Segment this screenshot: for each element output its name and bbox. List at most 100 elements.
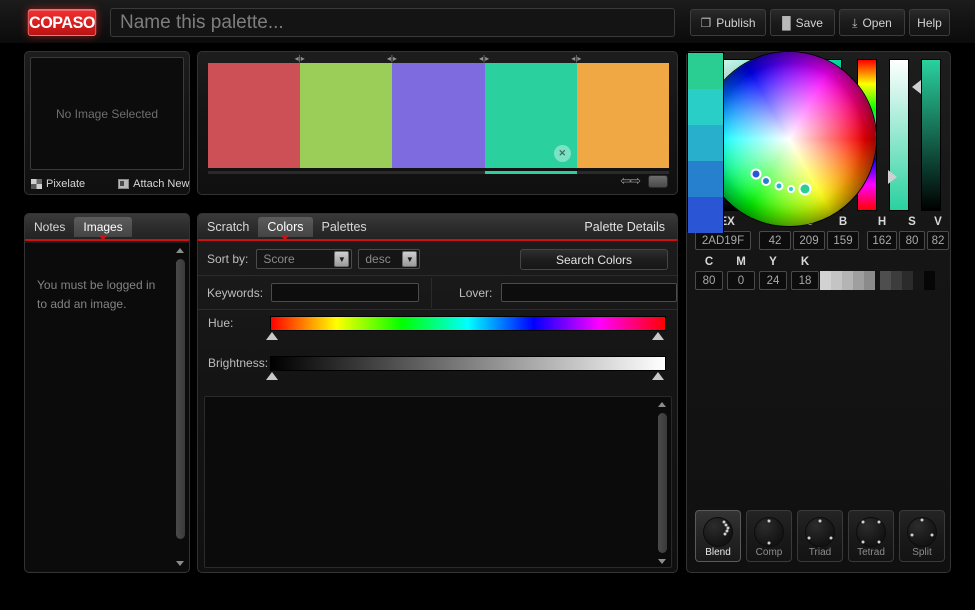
brightness-min-thumb[interactable] [266, 372, 278, 380]
saturation-strip-thumb[interactable] [888, 170, 897, 184]
fullscreen-swatch-button[interactable] [648, 175, 668, 188]
hue-range-track[interactable] [270, 316, 666, 331]
blend-result-4[interactable] [688, 161, 723, 197]
harmony-button-split[interactable]: Split [899, 510, 945, 562]
h-field[interactable]: 162 [867, 231, 897, 250]
blend-result-2[interactable] [688, 89, 723, 125]
swatch-divider-handle-4[interactable]: ◂|▸ [570, 55, 583, 63]
wheel-marker-3[interactable] [774, 181, 783, 190]
attach-new-button[interactable]: Attach New [118, 178, 189, 190]
brightness-max-thumb[interactable] [652, 372, 664, 380]
wheel-marker-5[interactable] [798, 183, 811, 196]
publish-button[interactable]: ❐ Publish [690, 9, 766, 36]
palette-swatch-4[interactable]: ✕ [485, 63, 577, 168]
shade-swatch-3[interactable] [902, 271, 913, 290]
tab-notes[interactable]: Notes [25, 217, 74, 237]
keywords-input[interactable] [271, 283, 419, 302]
reorder-arrows-icon[interactable]: ⇦⇨ [620, 173, 640, 189]
value-strip[interactable] [921, 59, 941, 211]
v-field[interactable]: 82 [927, 231, 949, 250]
scroll-up-icon[interactable] [176, 248, 184, 253]
shade-swatch-5[interactable] [924, 271, 935, 290]
s-field[interactable]: 80 [899, 231, 925, 250]
shade-swatch-1[interactable] [880, 271, 891, 290]
blend-result-1[interactable] [688, 53, 723, 89]
chevron-down-icon[interactable]: ▼ [402, 251, 417, 267]
blend-results-strip[interactable] [687, 52, 724, 232]
tint-swatch-2[interactable] [831, 271, 842, 290]
harmony-dial-icon [805, 517, 835, 547]
shade-swatch-2[interactable] [891, 271, 902, 290]
harmony-button-tetrad[interactable]: Tetrad [848, 510, 894, 562]
swatch-divider-handle-3[interactable]: ◂|▸ [478, 55, 491, 63]
swatch-divider-handle-1[interactable]: ◂|▸ [293, 55, 306, 63]
scroll-down-icon[interactable] [176, 561, 184, 566]
shade-swatch-4[interactable] [913, 271, 924, 290]
color-wheel[interactable] [702, 52, 876, 226]
palette-name-input[interactable] [110, 8, 675, 37]
wheel-marker-1[interactable] [750, 168, 761, 179]
c-field[interactable]: 80 [695, 271, 723, 290]
tints-strip[interactable] [820, 271, 875, 290]
scroll-up-icon[interactable] [658, 402, 666, 407]
pixelate-button[interactable]: Pixelate [31, 178, 85, 190]
lover-input[interactable] [501, 283, 677, 302]
hex-field[interactable]: 2AD19F [695, 231, 751, 250]
image-preview-area[interactable]: No Image Selected [30, 57, 184, 170]
notes-body: You must be logged in to add an image. [25, 243, 189, 571]
scroll-thumb[interactable] [658, 413, 667, 553]
wheel-marker-4[interactable] [787, 185, 795, 193]
hue-filter-row: Hue: [198, 314, 677, 350]
tab-colors[interactable]: Colors [258, 217, 312, 237]
sort-direction-select[interactable]: desc ▼ [358, 249, 420, 269]
tint-swatch-4[interactable] [853, 271, 864, 290]
hue-min-thumb[interactable] [266, 332, 278, 340]
y-field[interactable]: 24 [759, 271, 787, 290]
palette-details-link[interactable]: Palette Details [584, 220, 669, 234]
help-button[interactable]: Help [909, 9, 950, 36]
sort-field-select[interactable]: Score ▼ [256, 249, 352, 269]
scroll-thumb[interactable] [176, 259, 185, 539]
tab-images[interactable]: Images [74, 217, 131, 237]
b-field[interactable]: 159 [827, 231, 859, 250]
blend-result-5[interactable] [688, 197, 723, 233]
tab-palettes[interactable]: Palettes [313, 217, 376, 237]
harmony-button-blend[interactable]: Blend [695, 510, 741, 562]
harmony-button-comp[interactable]: Comp [746, 510, 792, 562]
sort-field-value: Score [257, 252, 294, 266]
save-button[interactable]: █ Save [770, 9, 835, 36]
m-field[interactable]: 0 [727, 271, 755, 290]
search-colors-button[interactable]: Search Colors [520, 249, 668, 270]
palette-swatch-3[interactable] [392, 63, 484, 168]
shades-strip[interactable] [880, 271, 935, 290]
palette-swatch-2[interactable] [300, 63, 392, 168]
harmony-mode-buttons: BlendCompTriadTetradSplit [695, 510, 945, 562]
tint-swatch-1[interactable] [820, 271, 831, 290]
hue-max-thumb[interactable] [652, 332, 664, 340]
tint-swatch-3[interactable] [842, 271, 853, 290]
swatch-divider-handle-2[interactable]: ◂|▸ [385, 55, 398, 63]
copaso-logo[interactable]: COPASO [28, 9, 96, 36]
wheel-marker-2[interactable] [761, 176, 771, 186]
keywords-label: Keywords: [207, 286, 263, 300]
remove-swatch-icon[interactable]: ✕ [554, 145, 571, 162]
saturation-strip[interactable] [889, 59, 909, 211]
k-field[interactable]: 18 [791, 271, 819, 290]
palette-swatch-1[interactable] [208, 63, 300, 168]
open-button[interactable]: ⤓ Open [839, 9, 905, 36]
tint-swatch-5[interactable] [864, 271, 875, 290]
notes-scrollbar[interactable] [174, 247, 187, 567]
value-strip-thumb[interactable] [912, 80, 921, 94]
harmony-button-triad[interactable]: Triad [797, 510, 843, 562]
palette-swatch-5[interactable] [577, 63, 669, 168]
results-scrollbar[interactable] [656, 401, 669, 565]
h-label: H [867, 216, 897, 228]
r-field[interactable]: 42 [759, 231, 791, 250]
chevron-down-icon[interactable]: ▼ [334, 251, 349, 267]
brightness-range-track[interactable] [270, 356, 666, 371]
tab-scratch[interactable]: Scratch [198, 217, 258, 237]
g-field[interactable]: 209 [793, 231, 825, 250]
scroll-down-icon[interactable] [658, 559, 666, 564]
color-results-area[interactable] [204, 396, 672, 568]
blend-result-3[interactable] [688, 125, 723, 161]
